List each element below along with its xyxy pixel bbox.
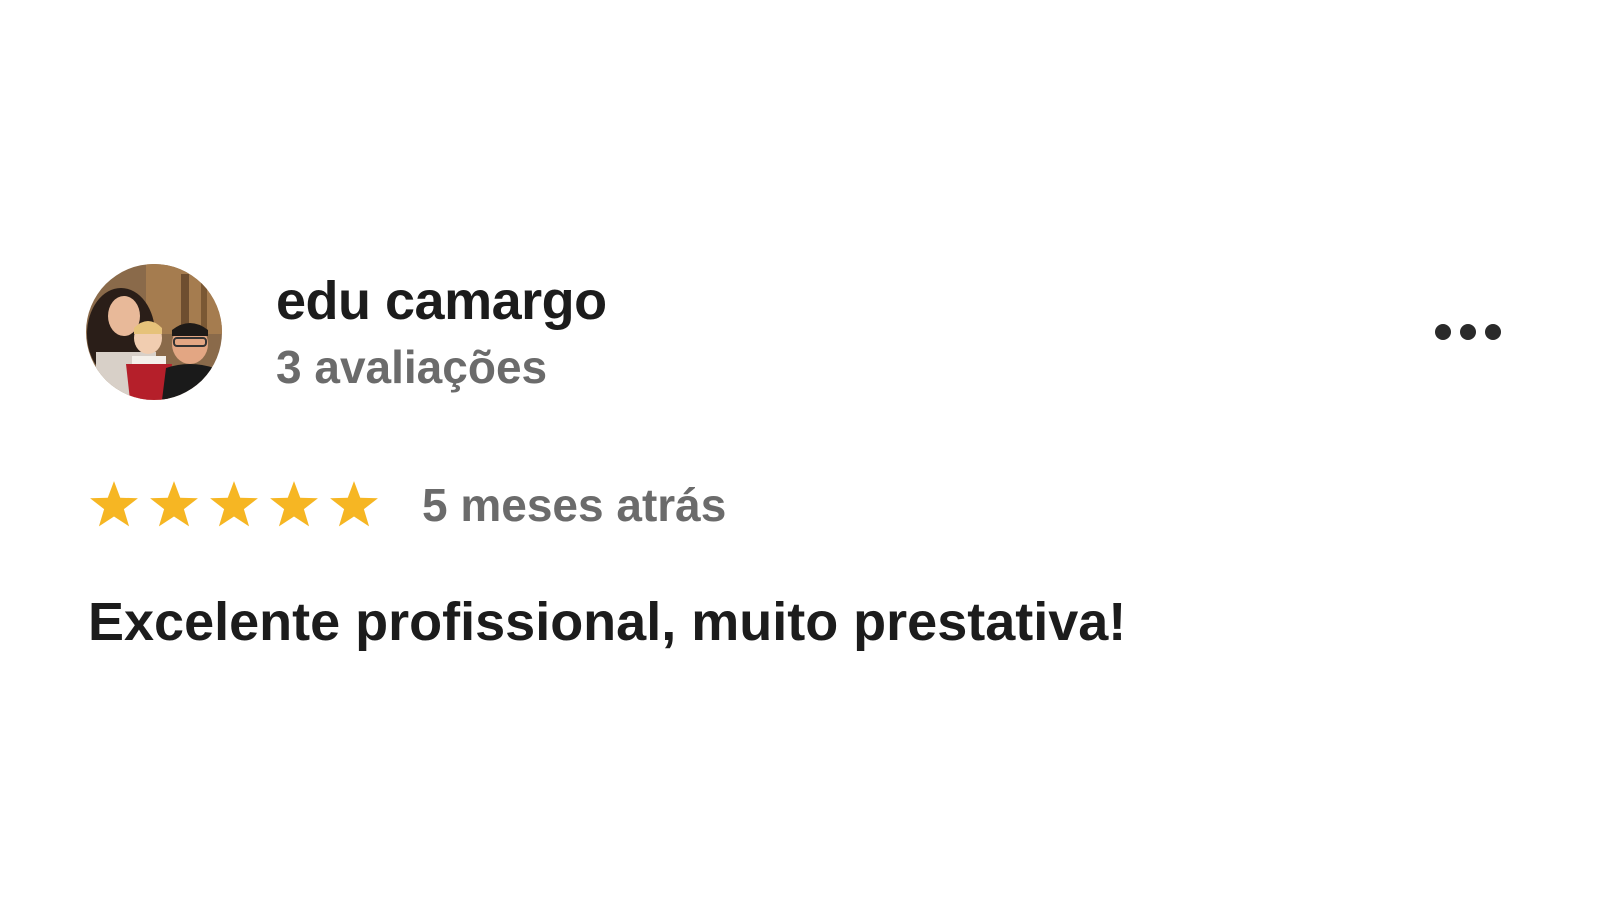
rating-row: 5 meses atrás <box>88 474 726 536</box>
more-icon-dot <box>1435 324 1451 340</box>
avatar-photo-icon <box>86 264 222 400</box>
reviewer-avatar[interactable] <box>86 264 222 400</box>
more-icon-dot <box>1485 324 1501 340</box>
star-rating <box>88 479 380 531</box>
star-icon <box>208 479 260 531</box>
review-text: Excelente profissional, muito prestativa… <box>88 592 1127 652</box>
review-card: edu camargo 3 avaliações 5 meses atrás E… <box>0 0 1600 900</box>
reviewer-review-count[interactable]: 3 avaliações <box>276 340 547 394</box>
star-icon <box>88 479 140 531</box>
reviewer-name[interactable]: edu camargo <box>276 270 607 332</box>
review-date: 5 meses atrás <box>422 479 727 531</box>
star-icon <box>148 479 200 531</box>
star-icon <box>328 479 380 531</box>
more-options-button[interactable] <box>1428 312 1508 352</box>
star-icon <box>268 479 320 531</box>
more-icon-dot <box>1460 324 1476 340</box>
